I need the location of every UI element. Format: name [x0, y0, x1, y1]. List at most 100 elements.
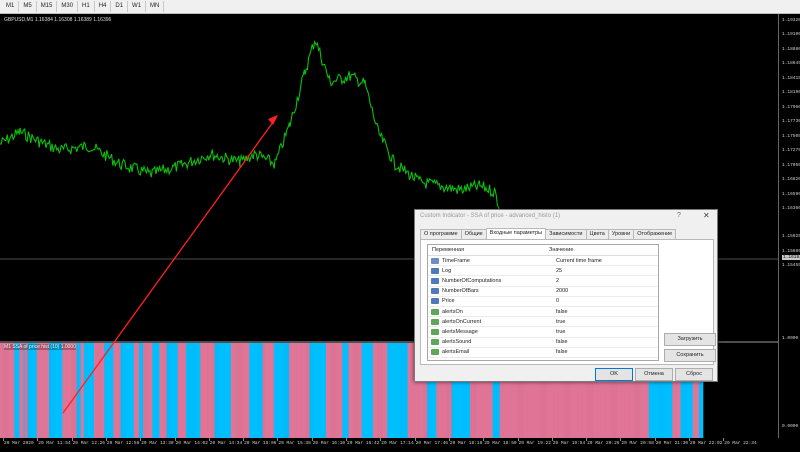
time-tick-label: 20 Mar 17:14 — [381, 441, 414, 446]
param-type-bool-icon — [431, 328, 439, 335]
reset-button[interactable]: Сброс — [675, 368, 713, 381]
column-value[interactable]: Значение — [545, 245, 573, 255]
help-icon[interactable]: ? — [677, 212, 681, 219]
time-tick — [620, 438, 622, 441]
time-tick — [208, 438, 210, 441]
timeframe-m30[interactable]: M30 — [57, 1, 79, 12]
parameter-row[interactable]: NumberOfBars 2000 — [428, 287, 658, 297]
param-type-bool-icon — [431, 308, 439, 315]
time-tick-label: 20 Mar 20:26 — [587, 441, 620, 446]
parameter-value[interactable]: true — [551, 319, 565, 325]
time-tick — [414, 438, 416, 441]
parameter-value[interactable]: 0 — [551, 298, 559, 304]
parameter-row[interactable]: Price 0 — [428, 297, 658, 307]
time-tick — [689, 438, 690, 441]
parameter-value[interactable]: false — [551, 339, 568, 345]
parameter-row[interactable]: alertsOn false — [428, 307, 658, 318]
grid-header: Переменная Значение — [428, 245, 658, 256]
timeframe-w1[interactable]: W1 — [128, 1, 147, 12]
time-tick — [37, 438, 39, 441]
price-tick-label: 1.15925 — [782, 234, 800, 239]
time-tick-label: 20 Mar 16:42 — [347, 441, 380, 446]
column-variable[interactable]: Переменная — [428, 245, 545, 255]
save-button[interactable]: Сохранить — [664, 349, 716, 362]
price-tick-label: 1.17505 — [782, 134, 800, 139]
parameter-name: NumberOfBars — [442, 288, 479, 295]
tab-3[interactable]: Зависимости — [545, 229, 587, 239]
parameter-value[interactable]: Current time frame — [551, 258, 602, 264]
timeframe-d1[interactable]: D1 — [111, 1, 129, 12]
time-tick — [174, 438, 176, 441]
close-icon[interactable]: ✕ — [703, 211, 710, 220]
tab-4[interactable]: Цвета — [585, 229, 609, 239]
time-tick-label: 20 Mar 22:02 — [690, 441, 723, 446]
time-tick-label: 20 Mar 21:30 — [655, 441, 689, 446]
time-tick — [243, 438, 245, 441]
price-tick-label: 1.19320 — [782, 18, 800, 23]
price-tick-label: 1.18880 — [782, 47, 800, 52]
ok-button[interactable]: OK — [595, 368, 633, 381]
time-tick-label: 20 Mar 2020 — [4, 441, 34, 446]
parameter-row[interactable]: alertsOnCurrent true — [428, 317, 658, 328]
time-tick-label: 20 Mar 15:38 — [278, 441, 311, 446]
time-tick-label: 20 Mar 16:10 — [312, 441, 346, 446]
cancel-button[interactable]: Отмена — [635, 368, 673, 381]
time-tick-label: 20 Mar 19:54 — [552, 441, 586, 446]
price-tick-label: 1.17960 — [782, 105, 800, 110]
indicator-title: M1 SSA of price hist (10) 1.0000 — [4, 344, 76, 350]
price-tick-label: 1.19100 — [782, 32, 800, 37]
price-tick-label: 1.18645 — [782, 61, 800, 66]
timeframe-mn[interactable]: MN — [146, 1, 165, 12]
price-axis: 1.19320 1.19100 1.18880 1.18645 1.18415 1.181… — [778, 14, 800, 438]
parameter-row[interactable]: Log 25 — [428, 266, 658, 277]
timeframe-h4[interactable]: H4 — [95, 1, 112, 12]
parameter-value[interactable]: false — [551, 309, 568, 315]
time-tick-label: 20 Mar 12:26 — [72, 441, 105, 446]
parameter-value[interactable]: 25 — [551, 268, 562, 274]
parameter-name: Price — [442, 298, 455, 305]
time-tick — [448, 438, 450, 441]
inputs-panel: Переменная Значение TimeFrame Current tim… — [420, 239, 716, 365]
timeframe-h1[interactable]: H1 — [78, 1, 95, 12]
time-tick-label: 20 Mar 18:18 — [449, 441, 483, 446]
indicator-tick-label: 0.0000 — [782, 424, 799, 429]
annotation-arrow-head — [268, 115, 278, 125]
param-type-ab-icon — [431, 257, 439, 264]
load-button[interactable]: Загрузить — [664, 333, 716, 346]
parameter-row[interactable]: TimeFrame Current time frame — [428, 256, 658, 267]
parameter-row[interactable]: alertsMessage true — [428, 327, 658, 338]
time-tick — [654, 438, 656, 441]
price-tick-label: 1.18415 — [782, 76, 800, 81]
parameters-grid: Переменная Значение TimeFrame Current tim… — [427, 244, 659, 361]
tab-6[interactable]: Отображение — [633, 229, 677, 239]
parameter-value[interactable]: 2 — [551, 278, 559, 284]
parameter-name: alertsOnCurrent — [442, 318, 482, 325]
parameter-value[interactable]: true — [551, 329, 565, 335]
price-tick-label: 1.17275 — [782, 148, 800, 153]
timeframe-m15[interactable]: M15 — [37, 1, 58, 12]
timeframe-m5[interactable]: M5 — [19, 1, 37, 12]
indicator-tick-label: 1.0000 — [782, 336, 799, 341]
timeframe-m1[interactable]: M1 — [2, 1, 20, 12]
parameter-name: alertsOn — [442, 308, 463, 315]
param-type-bool-icon — [431, 349, 439, 356]
tab-2[interactable]: Входные параметры — [485, 228, 547, 239]
time-tick-label: 20 Mar 20:58 — [621, 441, 654, 446]
price-tick-label: 1.17730 — [782, 119, 800, 124]
param-type-123-icon — [431, 288, 439, 295]
parameter-value[interactable]: false — [551, 349, 568, 355]
parameter-value[interactable]: 2000 — [551, 288, 568, 294]
current-price-label: 1.16184 — [782, 255, 800, 260]
parameter-row[interactable]: alertsEmail false — [428, 348, 658, 358]
parameter-row[interactable]: NumberOfComputations 2 — [428, 276, 658, 287]
tab-0[interactable]: О программе — [420, 229, 462, 239]
parameter-row[interactable]: alertsSound false — [428, 338, 658, 348]
time-tick-label: 20 Mar 17:46 — [415, 441, 448, 446]
parameter-name: NumberOfComputations — [442, 277, 502, 284]
tab-1[interactable]: Общие — [460, 229, 487, 239]
time-tick — [346, 438, 347, 441]
time-tick-label: 20 Mar 12:58 — [106, 441, 140, 446]
price-tick-label: 1.15685 — [782, 249, 800, 254]
param-type-bool-icon — [431, 339, 439, 346]
tab-5[interactable]: Уровни — [607, 229, 635, 239]
